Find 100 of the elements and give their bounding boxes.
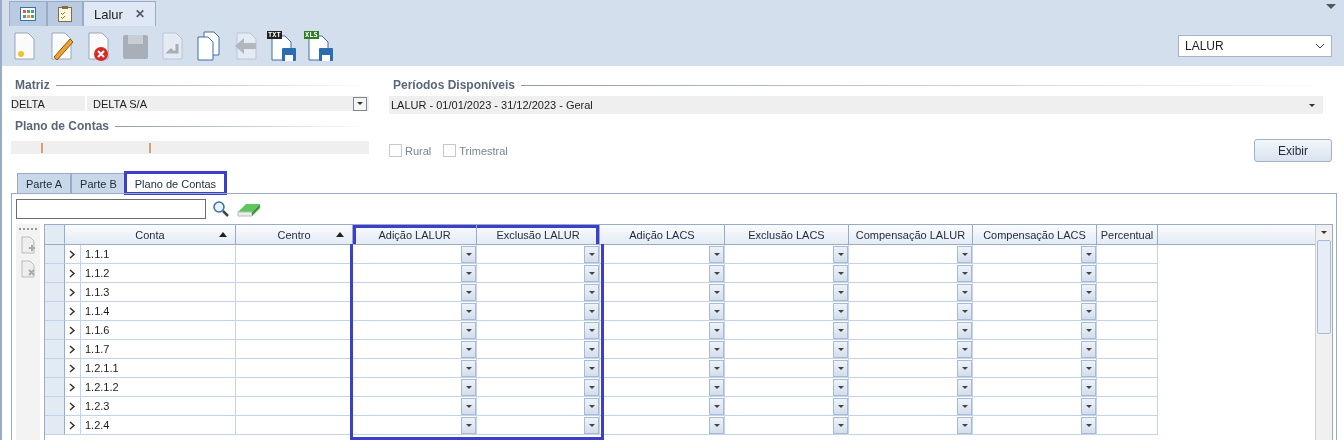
combo-cell[interactable] <box>477 397 600 416</box>
combo-cell[interactable] <box>477 359 600 378</box>
combo-cell[interactable] <box>600 397 725 416</box>
combo-cell[interactable] <box>849 264 973 283</box>
combo-cell[interactable] <box>849 283 973 302</box>
combo-cell[interactable] <box>849 397 973 416</box>
tab[interactable]: Plano de Contas <box>125 173 226 193</box>
table-cell <box>1097 378 1158 397</box>
combo-cell[interactable] <box>849 359 973 378</box>
combo-cell[interactable] <box>477 416 600 435</box>
period-select[interactable]: LALUR - 01/01/2023 - 31/12/2023 - Geral <box>389 96 1323 114</box>
combo-cell[interactable] <box>849 378 973 397</box>
table-cell: 1.1.3 <box>80 283 236 302</box>
column-header[interactable]: Percentual <box>1097 225 1158 244</box>
combo-cell[interactable] <box>600 340 725 359</box>
show-button[interactable]: Exibir <box>1254 139 1332 162</box>
column-header[interactable]: Adição LALUR <box>353 225 477 244</box>
combo-cell[interactable] <box>725 245 849 264</box>
combo-cell[interactable] <box>973 397 1097 416</box>
combo-cell[interactable] <box>353 245 477 264</box>
column-header[interactable]: Compensação LALUR <box>849 225 973 244</box>
combo-cell[interactable] <box>600 378 725 397</box>
delete-row-icon[interactable] <box>20 260 36 278</box>
combo-cell[interactable] <box>725 378 849 397</box>
combo-cell[interactable] <box>725 302 849 321</box>
combo-cell[interactable] <box>600 264 725 283</box>
company-select[interactable]: DELTA S/A <box>87 96 369 111</box>
combo-cell[interactable] <box>353 416 477 435</box>
combo-cell[interactable] <box>600 416 725 435</box>
combo-cell[interactable] <box>973 264 1097 283</box>
combo-cell[interactable] <box>353 283 477 302</box>
combo-cell[interactable] <box>725 264 849 283</box>
caret-icon[interactable] <box>1326 4 1336 9</box>
combo-cell[interactable] <box>600 245 725 264</box>
combo-cell[interactable] <box>600 321 725 340</box>
combo-cell[interactable] <box>477 264 600 283</box>
document-tab[interactable]: Lalur ✕ <box>83 1 156 26</box>
scrollbar[interactable] <box>1315 225 1332 440</box>
combo-cell[interactable] <box>477 340 600 359</box>
table-cell <box>1097 397 1158 416</box>
combo-cell[interactable] <box>600 283 725 302</box>
combo-cell[interactable] <box>477 245 600 264</box>
grid-icon <box>20 7 36 21</box>
clipboard-icon <box>58 6 72 22</box>
column-header[interactable]: Compensação LACS <box>973 225 1097 244</box>
combo-cell[interactable] <box>973 359 1097 378</box>
close-icon[interactable]: ✕ <box>134 7 145 21</box>
combo-cell[interactable] <box>600 359 725 378</box>
table-cell: 1.1.7 <box>80 340 236 359</box>
combo-cell[interactable] <box>973 321 1097 340</box>
combo-cell[interactable] <box>725 283 849 302</box>
table-cell: 1.1.2 <box>80 264 236 283</box>
combo-cell[interactable] <box>849 340 973 359</box>
checkbox[interactable]: Rural <box>389 144 432 157</box>
combo-cell[interactable] <box>973 283 1097 302</box>
combo-cell[interactable] <box>973 302 1097 321</box>
combo-cell[interactable] <box>600 302 725 321</box>
combo-cell[interactable] <box>849 245 973 264</box>
combo-cell[interactable] <box>973 340 1097 359</box>
combo-cell[interactable] <box>477 302 600 321</box>
table-cell: 1.2.3 <box>80 397 236 416</box>
combo-cell[interactable] <box>725 359 849 378</box>
column-header[interactable]: Exclusão LACS <box>725 225 849 244</box>
combo-cell[interactable] <box>973 416 1097 435</box>
module-select[interactable]: LALUR <box>1178 35 1332 57</box>
sort-arrow-icon <box>336 232 344 237</box>
combo-cell[interactable] <box>477 321 600 340</box>
checkbox[interactable]: Trimestral <box>443 144 508 157</box>
combo-cell[interactable] <box>353 340 477 359</box>
column-header[interactable]: Exclusão LALUR <box>477 225 600 244</box>
account-plan-field[interactable] <box>11 141 369 154</box>
combo-cell[interactable] <box>353 264 477 283</box>
combo-cell[interactable] <box>725 321 849 340</box>
combo-cell[interactable] <box>353 397 477 416</box>
combo-cell[interactable] <box>353 302 477 321</box>
combo-cell[interactable] <box>725 340 849 359</box>
code-field[interactable]: DELTA <box>11 96 85 111</box>
search-field[interactable] <box>16 198 206 219</box>
combo-cell[interactable] <box>353 359 477 378</box>
combo-cell[interactable] <box>353 321 477 340</box>
document-tab[interactable] <box>47 1 83 26</box>
combo-cell[interactable] <box>353 378 477 397</box>
combo-cell[interactable] <box>725 397 849 416</box>
add-row-icon[interactable] <box>20 236 36 254</box>
column-header[interactable]: Centro <box>236 225 353 244</box>
combo-cell[interactable] <box>477 283 600 302</box>
tab[interactable]: Parte A <box>17 173 72 193</box>
tab[interactable]: Parte B <box>71 173 126 193</box>
combo-cell[interactable] <box>973 245 1097 264</box>
search-icon[interactable] <box>212 199 230 218</box>
combo-cell[interactable] <box>725 416 849 435</box>
combo-cell[interactable] <box>973 378 1097 397</box>
column-header[interactable]: Adição LACS <box>600 225 725 244</box>
combo-cell[interactable] <box>849 302 973 321</box>
combo-cell[interactable] <box>477 378 600 397</box>
table-cell <box>1097 283 1158 302</box>
document-tab[interactable] <box>9 1 47 26</box>
combo-cell[interactable] <box>849 321 973 340</box>
combo-cell[interactable] <box>849 416 973 435</box>
column-header[interactable]: Conta <box>65 225 236 244</box>
